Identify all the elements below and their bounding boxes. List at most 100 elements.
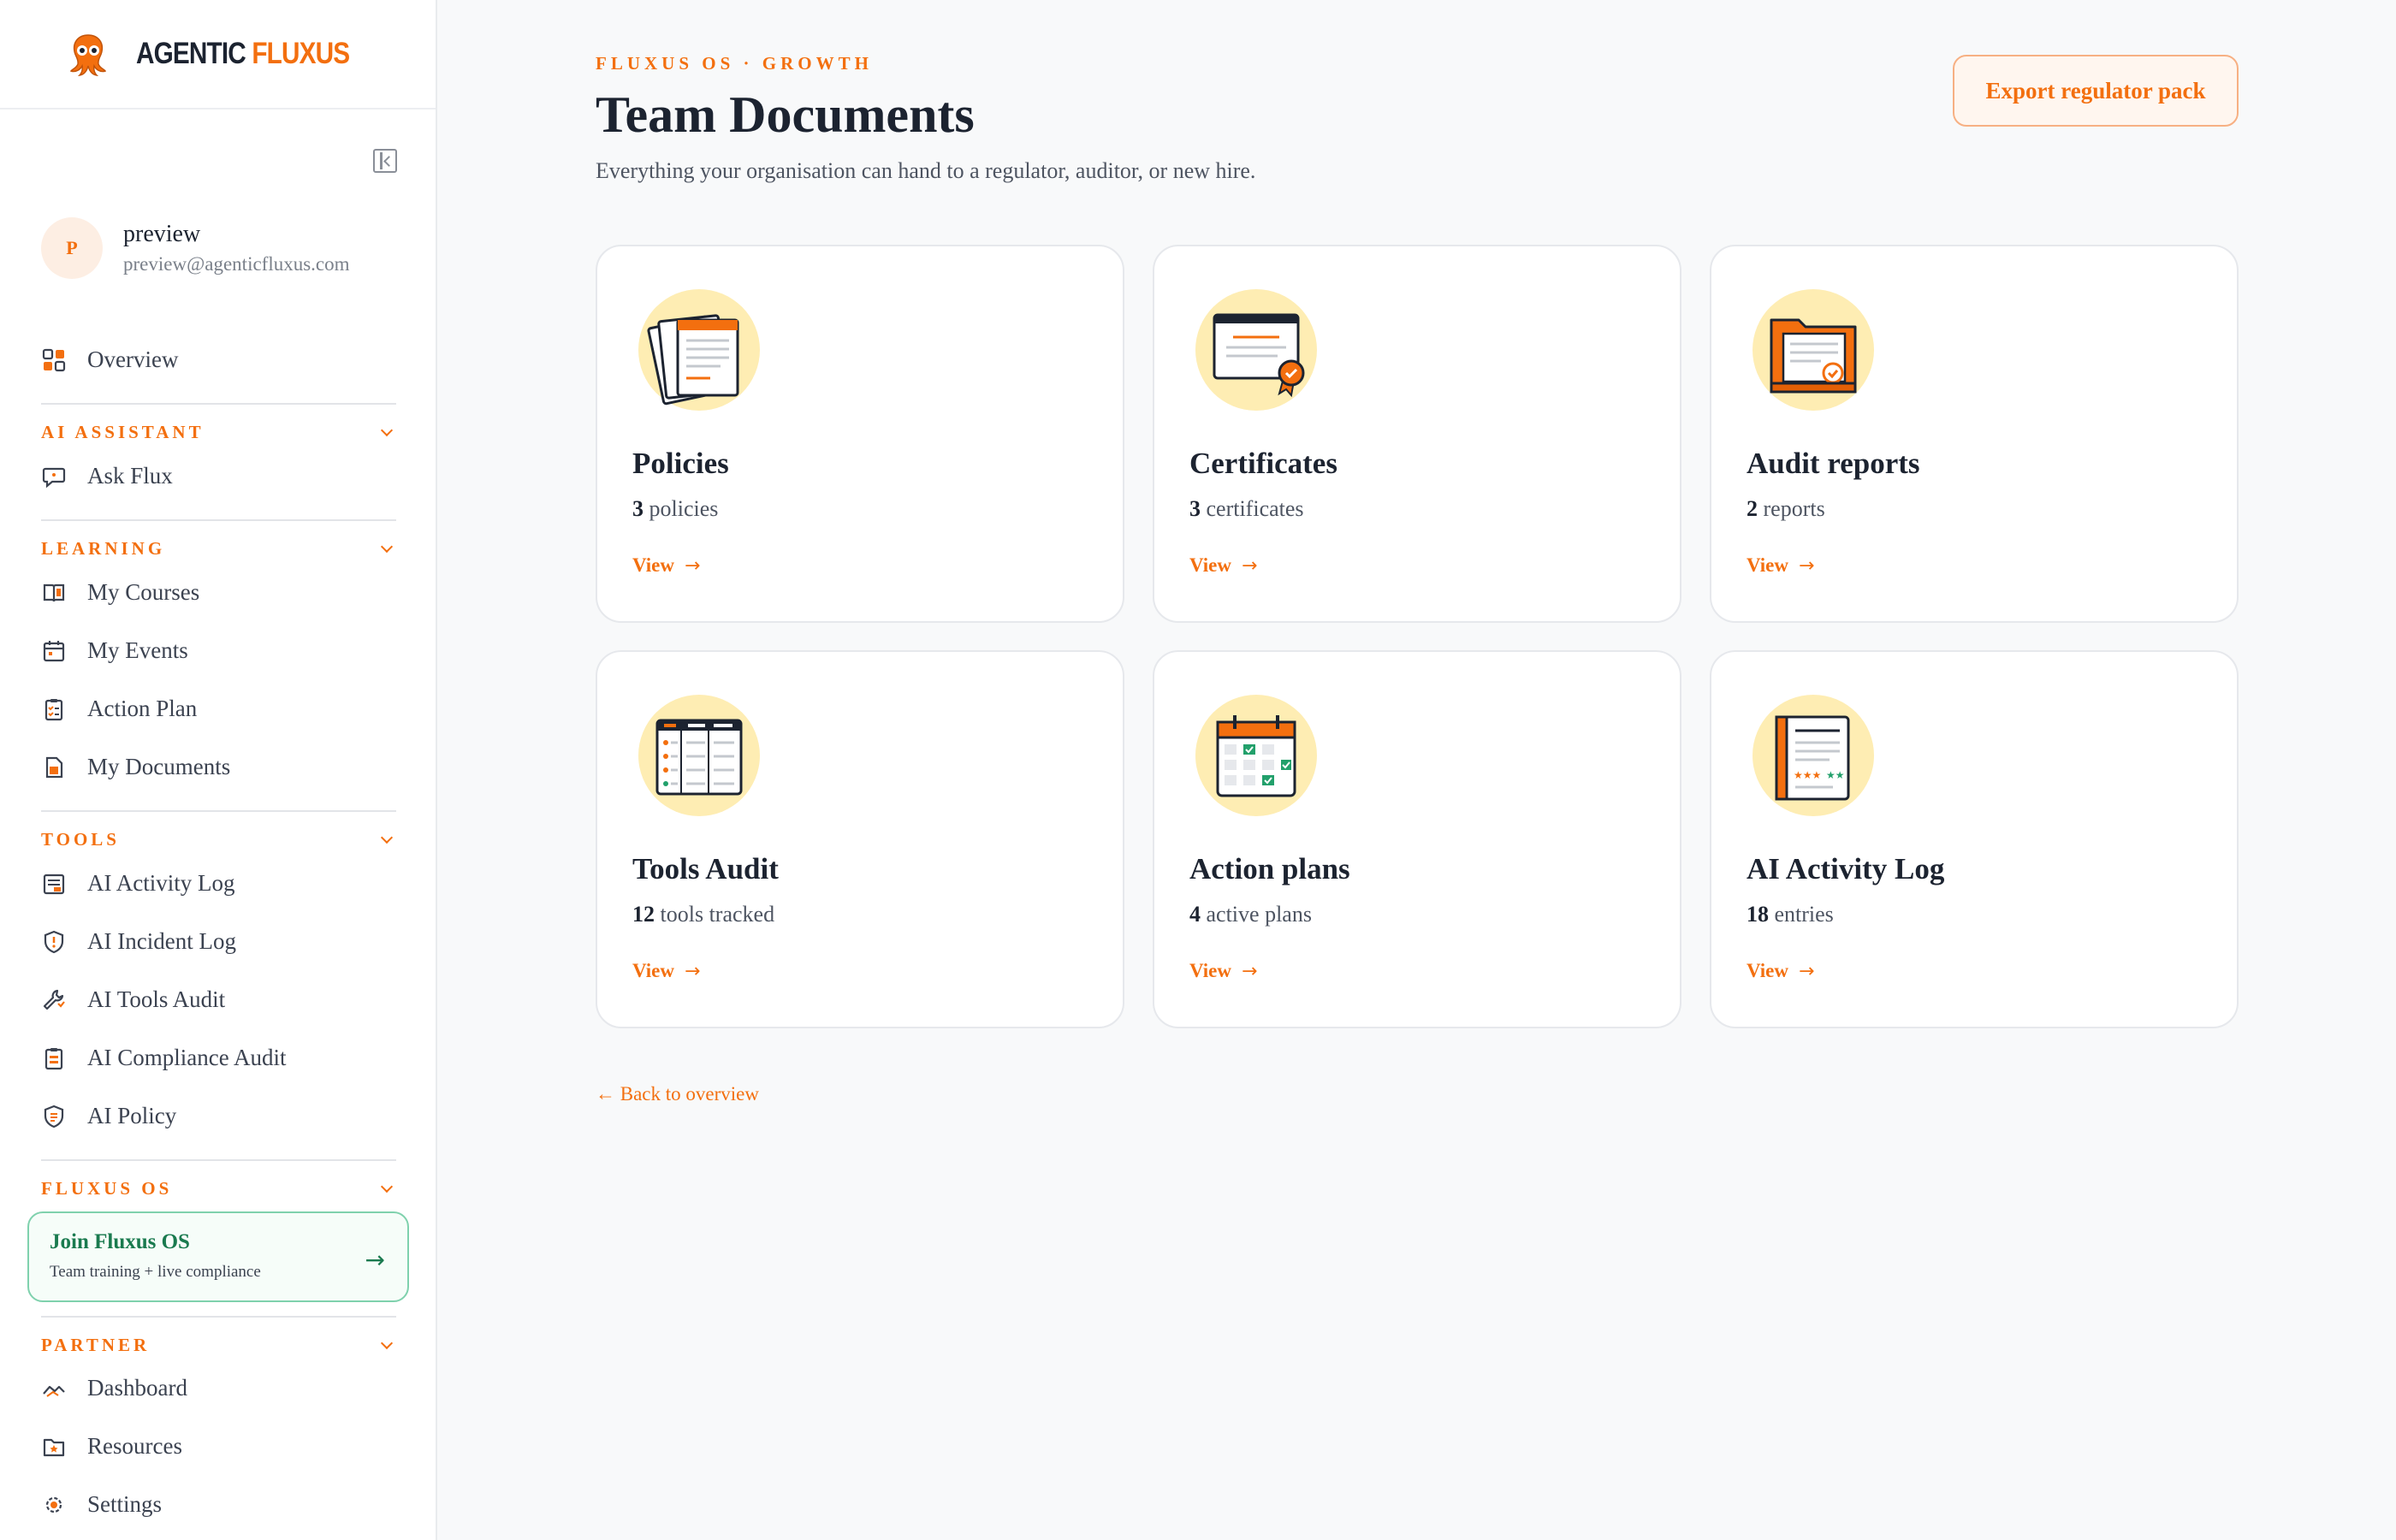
card-certificates[interactable]: Certificates 3 certificates View →	[1153, 245, 1681, 623]
sidebar-item-dashboard[interactable]: Dashboard	[41, 1375, 187, 1401]
section-learning[interactable]: LEARNING	[41, 538, 396, 560]
sidebar-item-resources[interactable]: Resources	[41, 1433, 182, 1460]
sidebar-item-ai-tools-audit[interactable]: AI Tools Audit	[41, 986, 225, 1013]
octopus-logo-icon	[69, 34, 106, 76]
sidebar-item-label: Overview	[87, 346, 179, 372]
clipboard-list-icon	[41, 696, 67, 722]
sidebar-item-settings[interactable]: Settings	[41, 1491, 162, 1518]
book-icon	[41, 580, 67, 606]
section-partner[interactable]: PARTNER	[41, 1335, 396, 1356]
sidebar-item-my-events[interactable]: My Events	[41, 637, 188, 664]
sidebar-item-ask-flux[interactable]: Ask Flux	[41, 463, 173, 489]
view-link[interactable]: View →	[1747, 554, 1814, 577]
view-link[interactable]: View →	[632, 960, 700, 982]
card-title: Audit reports	[1747, 447, 1920, 480]
log-list-icon	[41, 871, 67, 897]
section-tools[interactable]: TOOLS	[41, 829, 396, 850]
view-link[interactable]: View →	[1189, 554, 1257, 577]
section-fluxus-os[interactable]: FLUXUS OS	[41, 1178, 396, 1199]
sidebar: AGENTIC FLUXUS P preview preview@agentic…	[0, 0, 437, 1540]
user-profile[interactable]: P preview preview@agenticfluxus.com	[41, 217, 350, 279]
log-book-icon: ★★★ ★★	[1753, 695, 1874, 816]
divider	[41, 519, 396, 521]
back-to-overview-link[interactable]: ← Back to overview	[596, 1083, 759, 1105]
card-policies[interactable]: Policies 3 policies View →	[596, 245, 1124, 623]
tools-table-icon	[638, 695, 760, 816]
card-audit-reports[interactable]: Audit reports 2 reports View →	[1710, 245, 2239, 623]
sidebar-item-label: AI Policy	[87, 1103, 177, 1128]
sidebar-item-label: Ask Flux	[87, 463, 173, 489]
brand-logo[interactable]: AGENTIC FLUXUS	[0, 0, 436, 110]
sidebar-item-action-plan[interactable]: Action Plan	[41, 696, 197, 722]
section-label: FLUXUS OS	[41, 1178, 173, 1199]
sidebar-item-label: AI Compliance Audit	[87, 1045, 287, 1070]
section-label: PARTNER	[41, 1335, 151, 1355]
card-ai-activity-log[interactable]: ★★★ ★★ AI Activity Log 18 entries View →	[1710, 650, 2239, 1028]
svg-text:★★: ★★	[1826, 769, 1845, 781]
document-icon	[41, 755, 67, 780]
sidebar-item-ai-policy[interactable]: AI Policy	[41, 1103, 176, 1129]
card-tools-audit[interactable]: Tools Audit 12 tools tracked View →	[596, 650, 1124, 1028]
section-label: LEARNING	[41, 538, 166, 559]
sidebar-item-ai-compliance-audit[interactable]: AI Compliance Audit	[41, 1045, 286, 1071]
sidebar-item-label: My Events	[87, 637, 188, 663]
gear-icon	[41, 1492, 67, 1518]
view-link[interactable]: View →	[632, 554, 700, 577]
chevron-down-icon	[380, 831, 394, 844]
section-ai-assistant[interactable]: AI ASSISTANT	[41, 422, 396, 443]
user-email: preview@agenticfluxus.com	[123, 253, 350, 275]
count-unit: policies	[643, 496, 719, 521]
avatar: P	[41, 217, 103, 279]
card-count: 3 policies	[632, 496, 718, 522]
join-title: Join Fluxus OS	[50, 1230, 190, 1253]
sidebar-item-label: My Documents	[87, 754, 231, 779]
card-count: 2 reports	[1747, 496, 1825, 522]
arrow-right-icon: →	[365, 1246, 385, 1274]
sidebar-item-ai-activity-log[interactable]: AI Activity Log	[41, 870, 234, 897]
count-unit: reports	[1758, 496, 1825, 521]
arrow-right-icon: →	[684, 554, 701, 577]
svg-text:★★★: ★★★	[1794, 769, 1821, 781]
export-regulator-pack-button[interactable]: Export regulator pack	[1953, 55, 2239, 127]
sidebar-item-label: Resources	[87, 1433, 182, 1459]
sidebar-item-overview[interactable]: Overview	[41, 346, 178, 373]
grid-icon	[41, 347, 67, 373]
policies-icon	[638, 289, 760, 411]
collapse-sidebar-icon[interactable]	[373, 149, 397, 173]
view-label: View	[1189, 960, 1231, 981]
chevron-down-icon	[380, 1336, 394, 1349]
arrow-right-icon: →	[1241, 554, 1258, 577]
card-title: Action plans	[1189, 852, 1350, 886]
divider	[41, 403, 396, 405]
view-link[interactable]: View →	[1189, 960, 1257, 982]
arrow-right-icon: →	[1798, 554, 1815, 577]
view-link[interactable]: View →	[1747, 960, 1814, 982]
clipboard-check-icon	[41, 1045, 67, 1071]
folder-icon	[41, 1434, 67, 1460]
view-label: View	[632, 960, 674, 981]
sidebar-item-my-documents[interactable]: My Documents	[41, 754, 230, 780]
divider	[41, 1316, 396, 1318]
sidebar-item-label: AI Incident Log	[87, 928, 236, 954]
divider	[41, 1159, 396, 1161]
section-label: AI ASSISTANT	[41, 422, 205, 442]
card-title: Certificates	[1189, 447, 1337, 480]
count-unit: entries	[1769, 902, 1834, 927]
view-label: View	[632, 554, 674, 576]
shield-policy-icon	[41, 1104, 67, 1129]
join-fluxus-os-card[interactable]: Join Fluxus OS Team training + live comp…	[27, 1211, 409, 1302]
card-count: 3 certificates	[1189, 496, 1304, 522]
count-value: 3	[1189, 496, 1201, 521]
arrow-right-icon: →	[1241, 960, 1258, 982]
section-label: TOOLS	[41, 829, 120, 850]
wrench-icon	[41, 987, 67, 1013]
brand-name-accent: FLUXUS	[252, 37, 350, 70]
card-action-plans[interactable]: Action plans 4 active plans View →	[1153, 650, 1681, 1028]
chevron-down-icon	[380, 424, 394, 436]
card-count: 12 tools tracked	[632, 902, 774, 927]
count-value: 12	[632, 902, 655, 927]
sidebar-item-label: Settings	[87, 1491, 163, 1517]
view-label: View	[1189, 554, 1231, 576]
sidebar-item-ai-incident-log[interactable]: AI Incident Log	[41, 928, 236, 955]
sidebar-item-my-courses[interactable]: My Courses	[41, 579, 199, 606]
